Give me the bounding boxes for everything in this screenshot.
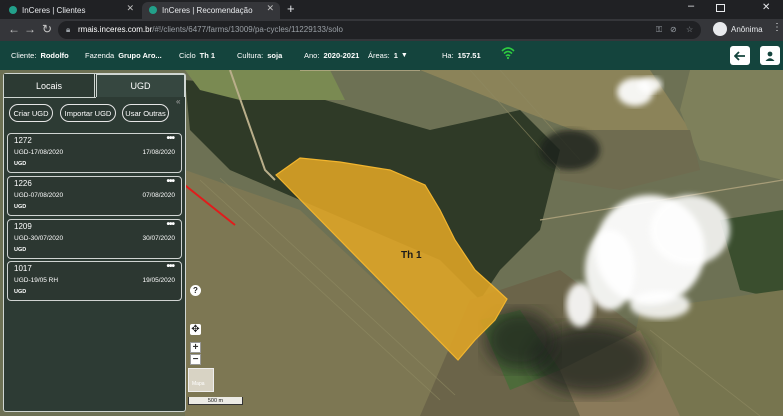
- fazenda-value: Grupo Aro...: [118, 51, 162, 60]
- layer-thumb-label: Mapa: [192, 381, 205, 387]
- key-icon[interactable]: ⚿: [656, 21, 662, 39]
- profile-label[interactable]: Anônima: [731, 25, 763, 34]
- zoom-in-button[interactable]: +: [190, 342, 201, 353]
- header-ciclo[interactable]: Ciclo Th 1: [179, 41, 215, 70]
- ha-value: 157.51: [457, 51, 481, 60]
- map-layer-thumbnail[interactable]: Mapa: [188, 368, 214, 392]
- ugd-card[interactable]: 1226 ••• UGD-07/08/2020 07/08/2020 UGD: [7, 176, 182, 216]
- url-field[interactable]: 🔒︎ rmais.inceres.com.br/#!/clients/6477/…: [58, 21, 701, 39]
- app-header: Cliente: Rodolfo Fazenda Grupo Aro... Cicl…: [0, 41, 783, 70]
- more-options-icon[interactable]: •••: [166, 261, 174, 272]
- ugd-id: 1226: [14, 179, 32, 188]
- more-options-icon[interactable]: •••: [166, 176, 174, 187]
- ugd-date: 07/08/2020: [142, 192, 175, 199]
- close-window-icon[interactable]: ✕: [762, 2, 770, 13]
- tab-ugd[interactable]: UGD: [96, 74, 185, 97]
- ugd-name: UGD-30/07/2020: [14, 235, 64, 242]
- ugd-card[interactable]: 1272 ••• UGD-17/08/2020 17/08/2020 UGD: [7, 133, 182, 173]
- back-button[interactable]: [730, 46, 750, 65]
- tab-ugd-label: UGD: [130, 81, 151, 91]
- ugd-name: UGD-19/05 RH: [14, 277, 59, 284]
- ciclo-value: Th 1: [199, 51, 216, 60]
- zoom-out-button[interactable]: −: [190, 354, 201, 365]
- browser-tab-clientes[interactable]: InCeres | Clientes ✕: [2, 2, 140, 19]
- maximize-icon[interactable]: [716, 4, 725, 12]
- scale-label: 500 m: [207, 398, 224, 404]
- ha-label: Ha:: [442, 51, 454, 60]
- ugd-id: 1209: [14, 222, 32, 231]
- tab-divider: [4, 97, 96, 98]
- favicon-icon: [149, 6, 157, 14]
- tab-locais-label: Locais: [35, 80, 62, 91]
- favicon-icon: [9, 6, 17, 14]
- tab-locais[interactable]: Locais: [4, 74, 95, 97]
- lock-icon: 🔒︎: [66, 25, 71, 34]
- minimize-icon[interactable]: –: [688, 0, 694, 12]
- close-tab-icon[interactable]: ✕: [126, 3, 134, 14]
- url-host: rmais.inceres.com.br: [78, 25, 153, 34]
- areas-value: 1: [393, 51, 398, 60]
- eye-off-icon[interactable]: ⊘: [670, 21, 677, 39]
- user-button[interactable]: [760, 46, 780, 65]
- ugd-id: 1272: [14, 136, 32, 145]
- ano-label: Ano:: [304, 51, 320, 60]
- fazenda-label: Fazenda: [85, 51, 115, 60]
- star-icon[interactable]: ☆: [686, 21, 693, 39]
- profile-avatar-icon[interactable]: [713, 22, 727, 36]
- collapse-panel-icon[interactable]: «: [176, 97, 180, 106]
- ugd-date: 30/07/2020: [142, 235, 175, 242]
- field-label: Th 1: [401, 250, 422, 261]
- header-cliente: Cliente: Rodolfo: [11, 41, 69, 70]
- ano-value: 2020-2021: [323, 51, 360, 60]
- browser-tab-recomendacao[interactable]: InCeres | Recomendação ✕: [142, 2, 280, 19]
- help-icon[interactable]: ?: [190, 285, 201, 296]
- ugd-name: UGD-17/08/2020: [14, 149, 64, 156]
- criar-ugd-button[interactable]: Criar UGD: [9, 104, 53, 122]
- header-fazenda[interactable]: Fazenda Grupo Aro...: [85, 41, 162, 70]
- ciclo-label: Ciclo: [179, 51, 196, 60]
- ugd-tag: UGD: [14, 161, 27, 167]
- chevron-down-icon: ▼: [400, 52, 408, 59]
- cliente-label: Cliente:: [11, 51, 37, 60]
- ugd-id: 1017: [14, 264, 32, 273]
- header-ano[interactable]: Ano: 2020-2021: [304, 41, 359, 70]
- forward-arrow-icon[interactable]: →: [24, 22, 36, 36]
- ugd-card[interactable]: 1017 ••• UGD-19/05 RH 19/05/2020 UGD: [7, 261, 182, 301]
- close-tab-icon[interactable]: ✕: [266, 3, 274, 14]
- more-options-icon[interactable]: •••: [166, 133, 174, 144]
- browser-tab-bar: InCeres | Clientes ✕ InCeres | Recomenda…: [0, 0, 783, 19]
- cultura-label: Cultura:: [237, 51, 264, 60]
- usar-outras-button[interactable]: Usar Outras: [122, 104, 169, 122]
- url-path: /#!/clients/6477/farms/13009/pa-cycles/1…: [152, 25, 343, 34]
- wifi-signal-icon: [501, 46, 515, 62]
- move-crosshair-icon[interactable]: ✥: [190, 324, 201, 335]
- tab-title: InCeres | Recomendação: [162, 6, 253, 15]
- ugd-tag: UGD: [14, 289, 27, 295]
- more-options-icon[interactable]: •••: [166, 219, 174, 230]
- ugd-card[interactable]: 1209 ••• UGD-30/07/2020 30/07/2020 UGD: [7, 219, 182, 259]
- ugd-tag: UGD: [14, 204, 27, 210]
- back-arrow-icon[interactable]: ←: [8, 22, 20, 36]
- ugd-tag: UGD: [14, 247, 27, 253]
- cultura-value: soja: [267, 51, 283, 60]
- reload-icon[interactable]: ↻: [42, 22, 52, 36]
- ugd-date: 19/05/2020: [142, 277, 175, 284]
- importar-ugd-button[interactable]: Importar UGD: [60, 104, 116, 122]
- browser-menu-icon[interactable]: ⋮: [772, 22, 782, 33]
- scale-bar: 500 m: [188, 397, 243, 405]
- header-areas[interactable]: Áreas: 1 ▼: [368, 41, 408, 70]
- new-tab-icon[interactable]: +: [287, 1, 295, 16]
- areas-label: Áreas:: [368, 51, 390, 60]
- ugd-date: 17/08/2020: [142, 149, 175, 156]
- cliente-value: Rodolfo: [40, 51, 69, 60]
- header-ha: Ha: 157.51: [442, 41, 481, 70]
- tab-title: InCeres | Clientes: [22, 6, 86, 15]
- ugd-name: UGD-07/08/2020: [14, 192, 64, 199]
- header-cultura[interactable]: Cultura: soja: [237, 41, 282, 70]
